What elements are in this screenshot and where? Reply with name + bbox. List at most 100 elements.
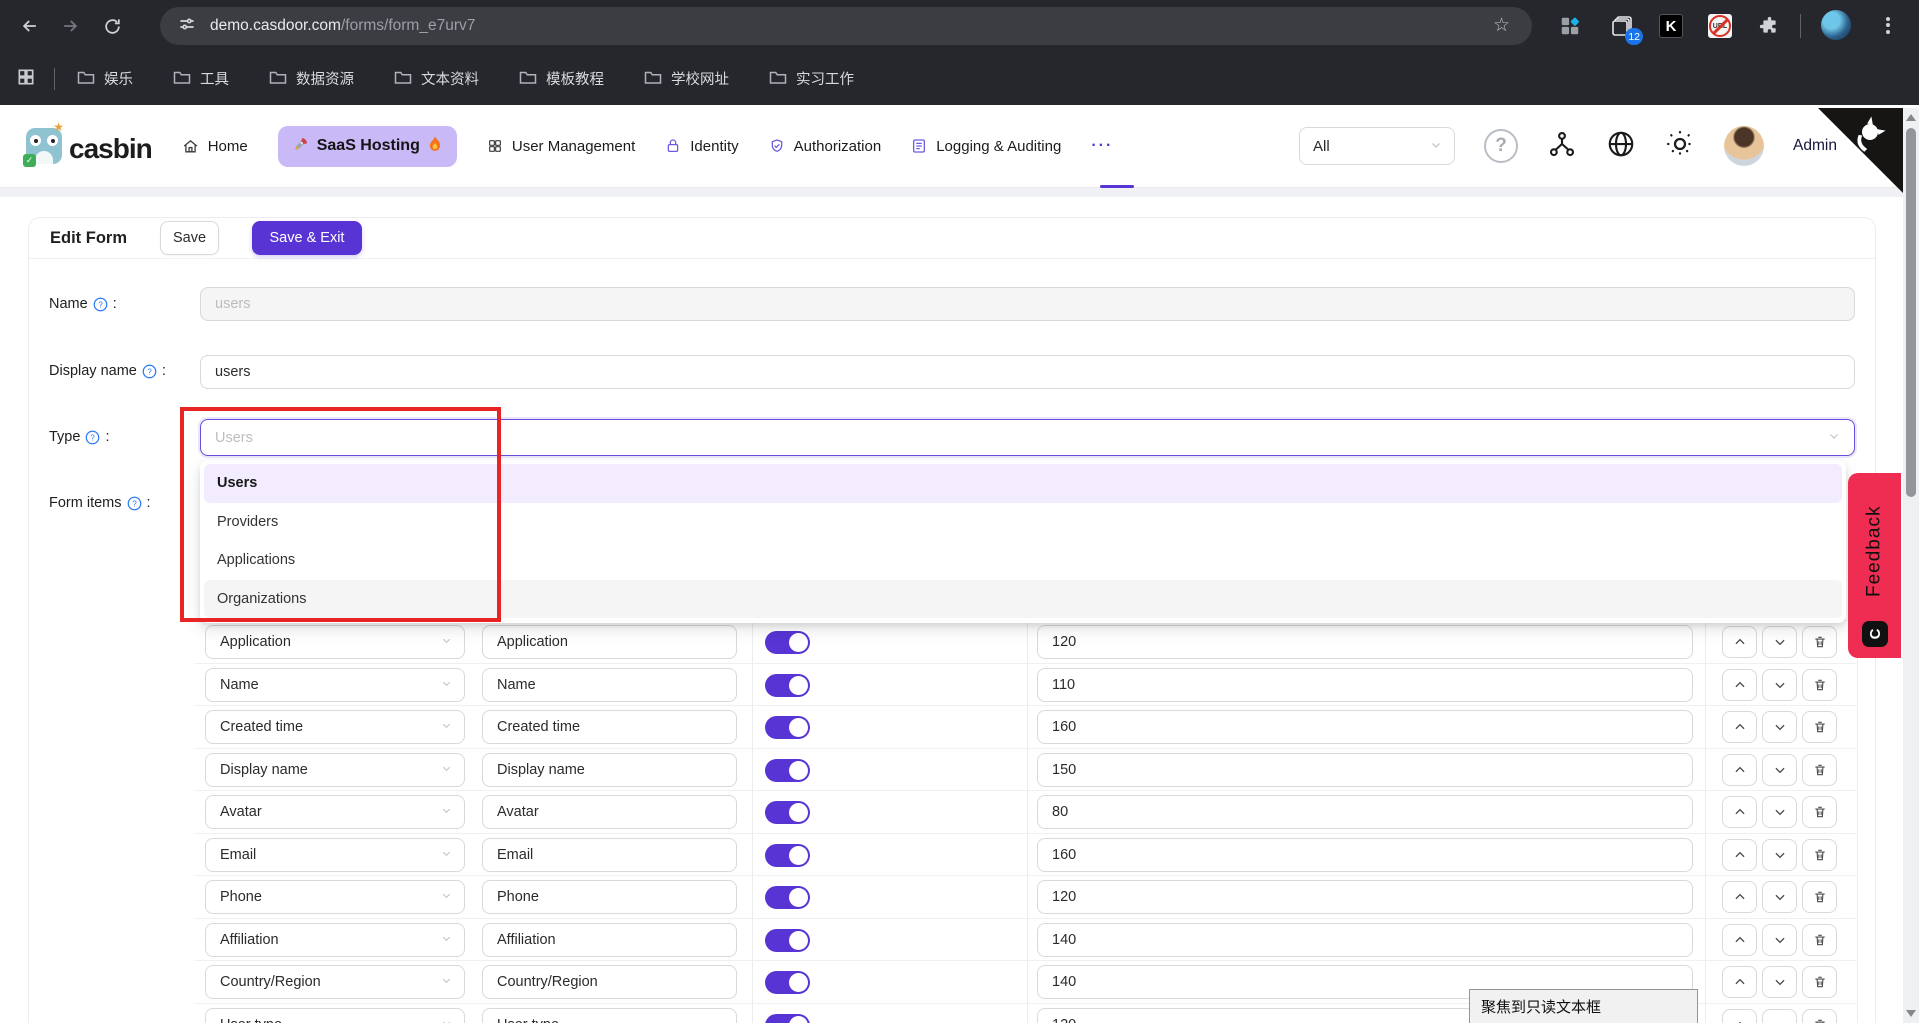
- item-display-name-input[interactable]: Application: [482, 625, 737, 659]
- nav-item-saas-hosting[interactable]: SaaS Hosting: [278, 126, 457, 167]
- browser-profile-avatar[interactable]: [1821, 10, 1851, 40]
- feedback-tab[interactable]: Feedback C: [1848, 473, 1901, 658]
- width-input[interactable]: 150: [1037, 753, 1693, 787]
- width-input[interactable]: 80: [1037, 795, 1693, 829]
- delete-button[interactable]: [1802, 924, 1837, 956]
- nav-item-more[interactable]: ···: [1091, 137, 1113, 155]
- item-name-select[interactable]: User type: [205, 1008, 465, 1023]
- item-display-name-input[interactable]: Country/Region: [482, 965, 737, 999]
- bookmark-folder[interactable]: 实习工作: [769, 68, 854, 89]
- save-exit-button[interactable]: Save & Exit: [252, 221, 362, 255]
- move-down-button[interactable]: [1762, 796, 1797, 828]
- move-down-button[interactable]: [1762, 839, 1797, 871]
- delete-button[interactable]: [1802, 839, 1837, 871]
- globe-icon[interactable]: [1606, 129, 1636, 164]
- width-input[interactable]: 160: [1037, 838, 1693, 872]
- width-input[interactable]: 120: [1037, 880, 1693, 914]
- browser-menu-icon[interactable]: [1886, 14, 1890, 36]
- width-input[interactable]: 120: [1037, 625, 1693, 659]
- width-input[interactable]: 160: [1037, 710, 1693, 744]
- bookmark-folder[interactable]: 文本资料: [394, 68, 479, 89]
- item-name-select[interactable]: Affiliation: [205, 923, 465, 957]
- help-icon[interactable]: ?: [1484, 129, 1518, 163]
- casbin-logo[interactable]: ★ ✓ casbin: [26, 128, 152, 164]
- item-name-select[interactable]: Display name: [205, 753, 465, 787]
- extensions-puzzle-icon[interactable]: [1755, 12, 1783, 40]
- move-up-button[interactable]: [1722, 626, 1757, 658]
- item-name-select[interactable]: Avatar: [205, 795, 465, 829]
- scroll-down-arrow-icon[interactable]: [1906, 1010, 1916, 1017]
- visible-toggle[interactable]: [765, 716, 810, 739]
- visible-toggle[interactable]: [765, 674, 810, 697]
- item-name-select[interactable]: Application: [205, 625, 465, 659]
- item-display-name-input[interactable]: Email: [482, 838, 737, 872]
- move-up-button[interactable]: [1722, 669, 1757, 701]
- move-down-button[interactable]: [1762, 966, 1797, 998]
- move-up-button[interactable]: [1722, 839, 1757, 871]
- organization-select[interactable]: All: [1299, 127, 1455, 165]
- delete-button[interactable]: [1802, 966, 1837, 998]
- move-down-button[interactable]: [1762, 626, 1797, 658]
- visible-toggle[interactable]: [765, 929, 810, 952]
- visible-toggle[interactable]: [765, 759, 810, 782]
- site-settings-icon[interactable]: [178, 15, 196, 38]
- delete-button[interactable]: [1802, 881, 1837, 913]
- bookmark-star-icon[interactable]: ☆: [1493, 14, 1510, 37]
- bookmark-folder[interactable]: 数据资源: [269, 68, 354, 89]
- user-avatar[interactable]: [1724, 126, 1764, 166]
- move-up-button[interactable]: [1722, 924, 1757, 956]
- visible-toggle[interactable]: [765, 886, 810, 909]
- move-up-button[interactable]: [1722, 881, 1757, 913]
- forward-icon[interactable]: [54, 10, 86, 42]
- github-corner[interactable]: [1818, 108, 1903, 193]
- question-circle-icon[interactable]: ?: [93, 297, 108, 312]
- move-up-button[interactable]: [1722, 966, 1757, 998]
- visible-toggle[interactable]: [765, 844, 810, 867]
- nav-item-home[interactable]: Home: [182, 138, 248, 155]
- move-up-button[interactable]: [1722, 796, 1757, 828]
- delete-button[interactable]: [1802, 711, 1837, 743]
- scroll-up-arrow-icon[interactable]: [1906, 114, 1916, 121]
- width-input[interactable]: 110: [1037, 668, 1693, 702]
- width-input[interactable]: 140: [1037, 923, 1693, 957]
- tab-stack-extension-icon[interactable]: 12: [1608, 12, 1636, 40]
- scrollbar-thumb[interactable]: [1906, 128, 1916, 497]
- item-name-select[interactable]: Email: [205, 838, 465, 872]
- nav-item-authorization[interactable]: Authorization: [769, 138, 882, 155]
- item-name-select[interactable]: Phone: [205, 880, 465, 914]
- question-circle-icon[interactable]: ?: [142, 364, 157, 379]
- move-down-button[interactable]: [1762, 881, 1797, 913]
- reload-icon[interactable]: [96, 10, 128, 42]
- item-name-select[interactable]: Created time: [205, 710, 465, 744]
- item-display-name-input[interactable]: Name: [482, 668, 737, 702]
- delete-button[interactable]: [1802, 669, 1837, 701]
- address-bar[interactable]: demo.casdoor.com/forms/form_e7urv7 ☆: [160, 7, 1532, 45]
- back-icon[interactable]: [14, 10, 46, 42]
- question-circle-icon[interactable]: ?: [85, 430, 100, 445]
- item-display-name-input[interactable]: Created time: [482, 710, 737, 744]
- apps-grid-icon[interactable]: [16, 67, 36, 91]
- item-display-name-input[interactable]: Display name: [482, 753, 737, 787]
- move-up-button[interactable]: [1722, 1009, 1757, 1023]
- item-name-select[interactable]: Name: [205, 668, 465, 702]
- item-display-name-input[interactable]: User type: [482, 1008, 737, 1023]
- move-down-button[interactable]: [1762, 669, 1797, 701]
- delete-button[interactable]: [1802, 1009, 1837, 1023]
- nav-item-identity[interactable]: Identity: [665, 138, 738, 155]
- visible-toggle[interactable]: [765, 1014, 810, 1023]
- item-display-name-input[interactable]: Phone: [482, 880, 737, 914]
- name-input[interactable]: [200, 287, 1855, 321]
- bookmark-folder[interactable]: 学校网址: [644, 68, 729, 89]
- sitemap-icon[interactable]: [1547, 129, 1577, 164]
- visible-toggle[interactable]: [765, 631, 810, 654]
- k-extension-icon[interactable]: K: [1657, 12, 1685, 40]
- nav-item-user-management[interactable]: User Management: [487, 138, 635, 155]
- move-up-button[interactable]: [1722, 754, 1757, 786]
- delete-button[interactable]: [1802, 626, 1837, 658]
- delete-button[interactable]: [1802, 754, 1837, 786]
- bookmark-folder[interactable]: 娱乐: [77, 68, 133, 89]
- item-display-name-input[interactable]: Affiliation: [482, 923, 737, 957]
- move-up-button[interactable]: [1722, 711, 1757, 743]
- move-down-button[interactable]: [1762, 711, 1797, 743]
- question-circle-icon[interactable]: ?: [127, 496, 142, 511]
